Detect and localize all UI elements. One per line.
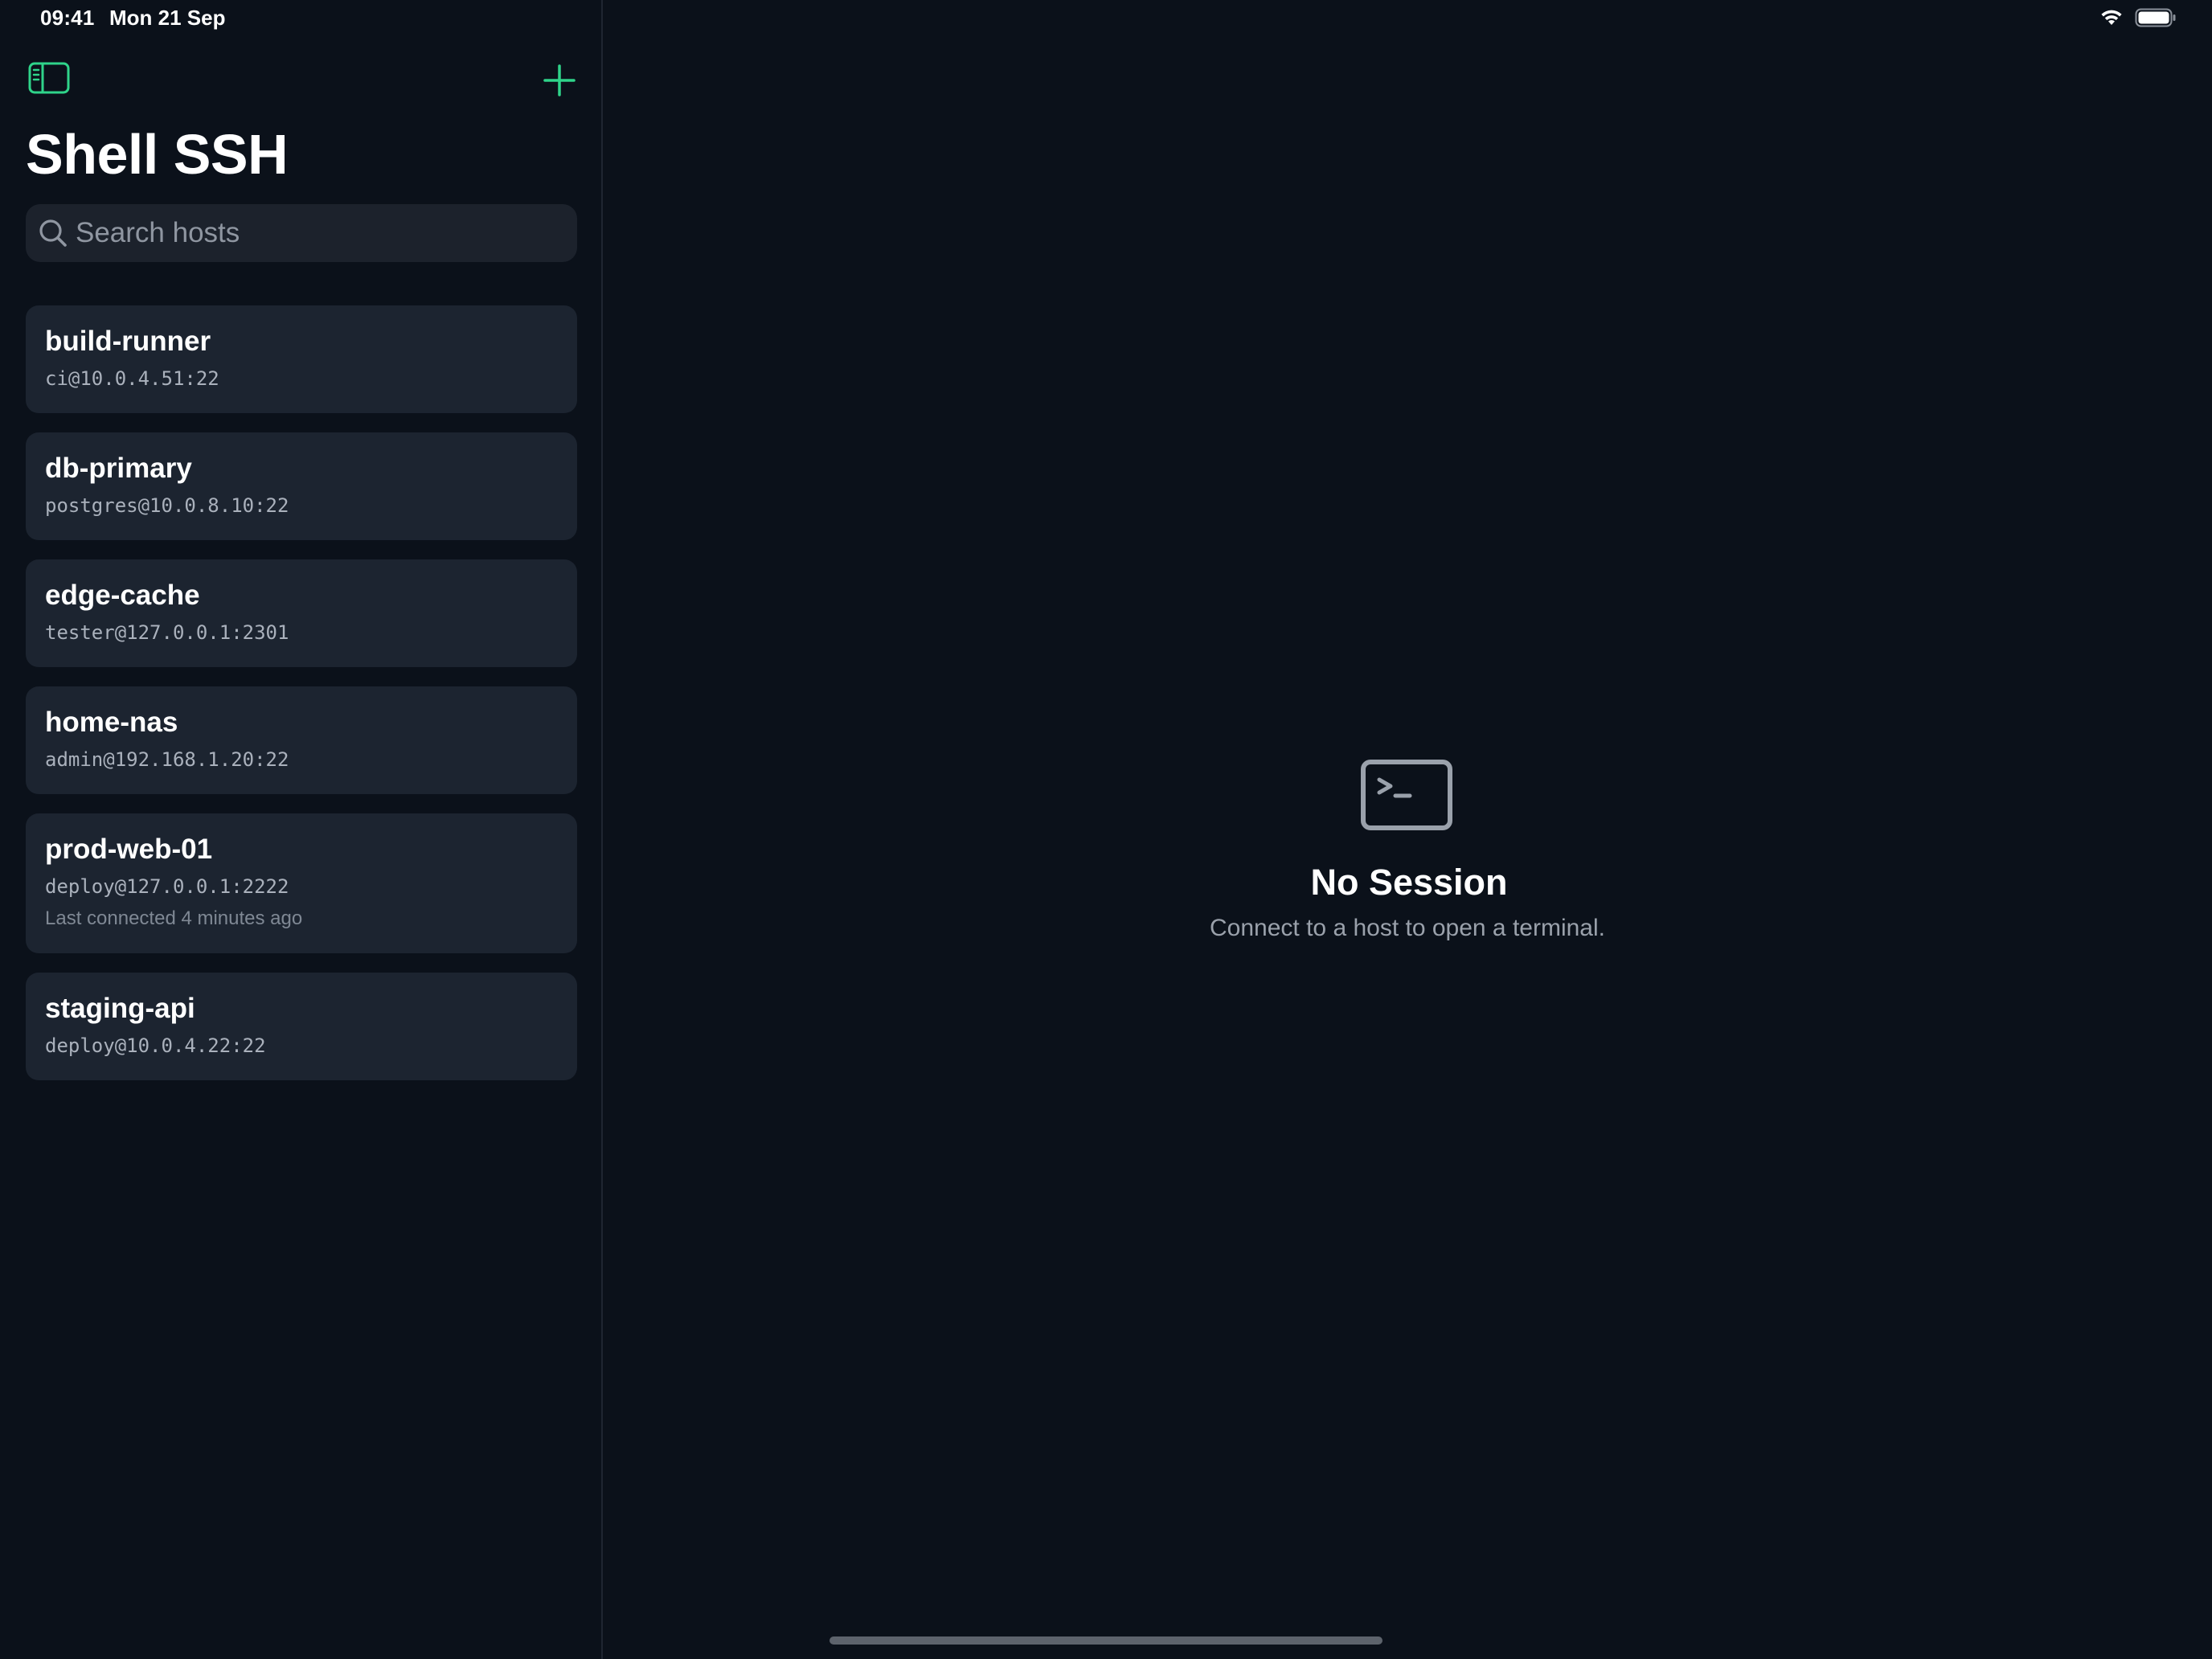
host-name: staging-api [45,993,195,1024]
battery-icon [2135,8,2177,31]
detail-pane: No Session Connect to a host to open a t… [604,0,2212,1659]
host-row-db-primary[interactable]: db-primary postgres@10.0.8.10:22 [26,432,577,540]
search-icon [37,217,69,249]
host-name: build-runner [45,326,211,357]
host-address: tester@127.0.0.1:2301 [45,621,289,644]
host-address: deploy@127.0.0.1:2222 [45,875,289,898]
last-connected-label: Last connected 4 minutes ago [45,907,303,929]
sidebar-toggle-button[interactable] [27,59,72,98]
host-list: build-runner ci@10.0.4.51:22 db-primary … [26,305,577,1080]
host-row-home-nas[interactable]: home-nas admin@192.168.1.20:22 [26,686,577,794]
host-row-prod-web-01[interactable]: prod-web-01 deploy@127.0.0.1:2222 Last c… [26,813,577,953]
page-title: Shell SSH [26,123,289,186]
plus-icon [543,64,576,96]
host-name: edge-cache [45,580,200,611]
host-row-edge-cache[interactable]: edge-cache tester@127.0.0.1:2301 [26,559,577,667]
host-row-build-runner[interactable]: build-runner ci@10.0.4.51:22 [26,305,577,413]
search-field[interactable] [26,204,577,262]
search-input[interactable] [76,204,558,262]
host-name: db-primary [45,453,192,484]
status-bar: 09:41 Mon 21 Sep [0,0,2212,40]
status-date: Mon 21 Sep [109,6,226,30]
host-name: prod-web-01 [45,834,213,865]
add-host-button[interactable] [539,59,580,101]
host-name: home-nas [45,707,178,738]
host-row-staging-api[interactable]: staging-api deploy@10.0.4.22:22 [26,973,577,1080]
empty-state-subtitle: Connect to a host to open a terminal. [1210,915,1605,941]
host-address: ci@10.0.4.51:22 [45,367,219,390]
empty-state-title: No Session [1310,862,1508,903]
status-indicators [2099,8,2177,31]
host-address: admin@192.168.1.20:22 [45,748,289,771]
wifi-icon [2099,8,2124,31]
host-address: deploy@10.0.4.22:22 [45,1034,266,1057]
sidebar: Shell SSH build-runner ci@10.0.4.51:22 d… [0,0,603,1659]
home-indicator[interactable] [830,1636,1382,1645]
host-address: postgres@10.0.8.10:22 [45,494,289,517]
terminal-icon [1360,759,1453,833]
status-time: 09:41 [40,6,95,30]
app-window: 09:41 Mon 21 Sep Shell SSH Search hosts … [0,0,2212,1659]
sidebar-icon [28,62,70,94]
